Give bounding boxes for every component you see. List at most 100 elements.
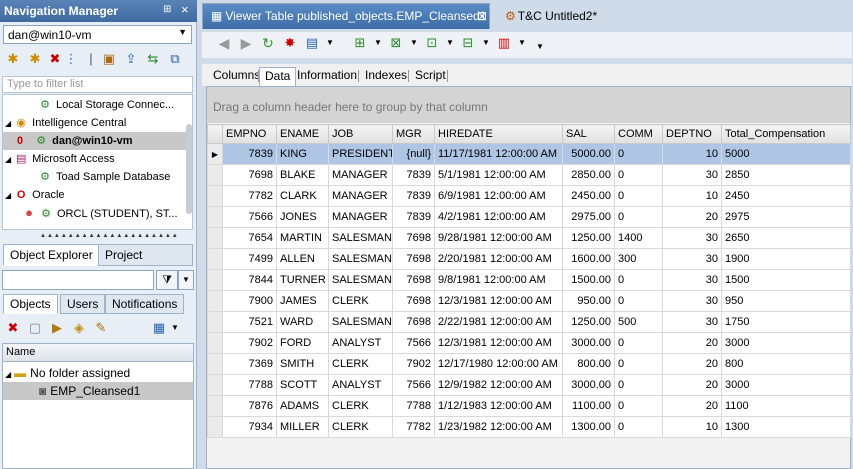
grid-cell-deptno[interactable]: 30 xyxy=(662,164,722,186)
grid-cell-sal[interactable]: 2850.00 xyxy=(562,164,615,186)
object-filter-input[interactable] xyxy=(2,270,154,290)
grid-cell-ename[interactable]: SCOTT xyxy=(276,374,329,396)
grid-cell-ename[interactable]: CLARK xyxy=(276,185,329,207)
tab-project-manager[interactable]: Project Manager xyxy=(98,244,193,282)
table-row[interactable]: 7934 MILLER CLERK 7782 1/23/1982 12:00:00 AM… xyxy=(207,416,851,438)
folder-row[interactable]: ◢ ▬ No folder assigned xyxy=(5,364,130,382)
grid-cell-hiredate[interactable]: 6/9/1981 12:00:00 AM xyxy=(434,185,563,207)
grid-cell-hiredate[interactable]: 2/20/1981 12:00:00 AM xyxy=(434,248,563,270)
grid-cell-comm[interactable]: 0 xyxy=(614,143,663,165)
tab-data[interactable]: Data xyxy=(259,67,297,86)
table-row[interactable]: 7902 FORD ANALYST 7566 12/3/1981 12:00:00 AM… xyxy=(207,332,851,354)
column-header-hiredate[interactable]: HIREDATE xyxy=(434,124,563,144)
row-indicator[interactable] xyxy=(207,290,223,312)
column-header-deptno[interactable]: DEPTNO xyxy=(662,124,722,144)
column-header-comm[interactable]: COMM xyxy=(614,124,663,144)
grid-cell-mgr[interactable]: 7698 xyxy=(392,290,435,312)
view-options-icon[interactable]: ▦ xyxy=(151,320,167,336)
tree-item-toad-sample-database[interactable]: ⚙ Toad Sample Database xyxy=(37,168,170,186)
tree-item-oracle[interactable]: ◢ O Oracle xyxy=(5,186,65,204)
table-row[interactable]: 7900 JAMES CLERK 7698 12/3/1981 12:00:00 AM 9… xyxy=(207,290,851,312)
tree-item-microsoft-access[interactable]: ◢ ▤ Microsoft Access xyxy=(5,150,115,168)
close-tab-icon[interactable]: ⊠ xyxy=(477,4,487,28)
refresh-icon[interactable]: ↻ xyxy=(260,35,276,51)
tag-object-icon[interactable]: ◈ xyxy=(71,320,87,336)
grid-cell-deptno[interactable]: 30 xyxy=(662,269,722,291)
grid-cell-ename[interactable]: TURNER xyxy=(276,269,329,291)
tab-notifications[interactable]: Notifications xyxy=(105,294,185,314)
grid-cell-sal[interactable]: 3000.00 xyxy=(562,374,615,396)
table-row[interactable]: 7876 ADAMS CLERK 7788 1/12/1983 12:00:00 AM 1… xyxy=(207,395,851,417)
grid-cell-deptno[interactable]: 20 xyxy=(662,353,722,375)
row-indicator[interactable] xyxy=(207,206,223,228)
tab-viewer-table[interactable]: ▦ Viewer Table published_objects.EMP_Clea… xyxy=(202,3,490,29)
chevron-down-icon[interactable]: ▼ xyxy=(322,35,338,51)
grid-cell-comm[interactable]: 0 xyxy=(614,353,663,375)
grid-cell-total-compensation[interactable]: 3000 xyxy=(721,332,851,354)
grid-cell-job[interactable]: SALESMAN xyxy=(328,248,393,270)
grid-cell-sal[interactable]: 1500.00 xyxy=(562,269,615,291)
row-indicator[interactable]: ▶ xyxy=(207,143,223,165)
grid-cell-mgr[interactable]: 7839 xyxy=(392,164,435,186)
grid-cell-job[interactable]: MANAGER xyxy=(328,164,393,186)
open-object-icon[interactable]: ▢ xyxy=(27,320,43,336)
disconnect-icon[interactable]: ✖ xyxy=(47,51,63,67)
grid-cell-total-compensation[interactable]: 1900 xyxy=(721,248,851,270)
collapse-icon[interactable]: ◢ xyxy=(5,370,11,379)
grid-cell-deptno[interactable]: 20 xyxy=(662,332,722,354)
save-icon[interactable]: ▤ xyxy=(304,35,320,51)
grid-cell-comm[interactable]: 0 xyxy=(614,395,663,417)
grid-cell-job[interactable]: SALESMAN xyxy=(328,269,393,291)
row-indicator[interactable] xyxy=(207,164,223,186)
grid-cell-ename[interactable]: KING xyxy=(276,143,329,165)
move-object-icon[interactable]: ▶ xyxy=(49,320,65,336)
grid-cell-hiredate[interactable]: 9/8/1981 12:00:00 AM xyxy=(434,269,563,291)
grid-cell-ename[interactable]: JONES xyxy=(276,206,329,228)
grid-cell-comm[interactable]: 0 xyxy=(614,185,663,207)
panel-splitter[interactable]: ▲▲▲▲▲▲▲▲▲▲▲▲▲▲▲▲▲▲▲▲ xyxy=(40,233,178,239)
forward-icon[interactable]: ▶ xyxy=(238,35,254,51)
collapse-icon[interactable]: ◢ xyxy=(5,119,11,128)
column-header-total-compensation[interactable]: Total_Compensation xyxy=(721,124,851,144)
grid-cell-job[interactable]: ANALYST xyxy=(328,374,393,396)
grid-cell-total-compensation[interactable]: 3000 xyxy=(721,374,851,396)
grid-cell-ename[interactable]: MILLER xyxy=(276,416,329,438)
tree-item-dan-connection[interactable]: 0 ⚙ dan@win10-vm xyxy=(3,132,192,150)
table-row[interactable]: 7788 SCOTT ANALYST 7566 12/9/1982 12:00:00 A… xyxy=(207,374,851,396)
grid-cell-empno[interactable]: 7876 xyxy=(222,395,277,417)
row-indicator[interactable] xyxy=(207,395,223,417)
grid-cell-empno[interactable]: 7934 xyxy=(222,416,277,438)
grid-cell-mgr[interactable]: 7788 xyxy=(392,395,435,417)
table-row[interactable]: 7369 SMITH CLERK 7902 12/17/1980 12:00:00 AM… xyxy=(207,353,851,375)
grid-cell-empno[interactable]: 7782 xyxy=(222,185,277,207)
chevron-down-icon[interactable]: ▼ xyxy=(178,270,194,290)
grid-cell-deptno[interactable]: 10 xyxy=(662,185,722,207)
grid-cell-empno[interactable]: 7654 xyxy=(222,227,277,249)
grid-cell-total-compensation[interactable]: 2450 xyxy=(721,185,851,207)
tree-item-intelligence-central[interactable]: ◢ ◉ Intelligence Central xyxy=(5,114,126,132)
grid-cell-deptno[interactable]: 30 xyxy=(662,311,722,333)
grid-cell-mgr[interactable]: 7698 xyxy=(392,227,435,249)
grid-cell-empno[interactable]: 7788 xyxy=(222,374,277,396)
chevron-down-icon[interactable]: ▼ xyxy=(442,35,458,51)
column-header-ename[interactable]: ENAME xyxy=(276,124,329,144)
grid-cell-mgr[interactable]: 7902 xyxy=(392,353,435,375)
grid-cell-total-compensation[interactable]: 800 xyxy=(721,353,851,375)
grid-cell-comm[interactable]: 1400 xyxy=(614,227,663,249)
column-header-sal[interactable]: SAL xyxy=(562,124,615,144)
grid-cell-hiredate[interactable]: 1/12/1983 12:00:00 AM xyxy=(434,395,563,417)
grid-cell-sal[interactable]: 1300.00 xyxy=(562,416,615,438)
grid-cell-job[interactable]: CLERK xyxy=(328,290,393,312)
grid-cell-deptno[interactable]: 20 xyxy=(662,374,722,396)
grid-cell-total-compensation[interactable]: 1300 xyxy=(721,416,851,438)
tab-script[interactable]: Script xyxy=(410,67,451,86)
chevron-down-icon[interactable]: ▼ xyxy=(514,35,530,51)
export-icon[interactable]: ⧉ xyxy=(167,51,183,67)
grid-cell-total-compensation[interactable]: 2975 xyxy=(721,206,851,228)
grid-cell-hiredate[interactable]: 4/2/1981 12:00:00 AM xyxy=(434,206,563,228)
grid-cell-ename[interactable]: FORD xyxy=(276,332,329,354)
tree-scrollbar[interactable] xyxy=(185,96,194,214)
grid-cell-sal[interactable]: 2975.00 xyxy=(562,206,615,228)
grid-cell-ename[interactable]: JAMES xyxy=(276,290,329,312)
grid-cell-job[interactable]: MANAGER xyxy=(328,185,393,207)
